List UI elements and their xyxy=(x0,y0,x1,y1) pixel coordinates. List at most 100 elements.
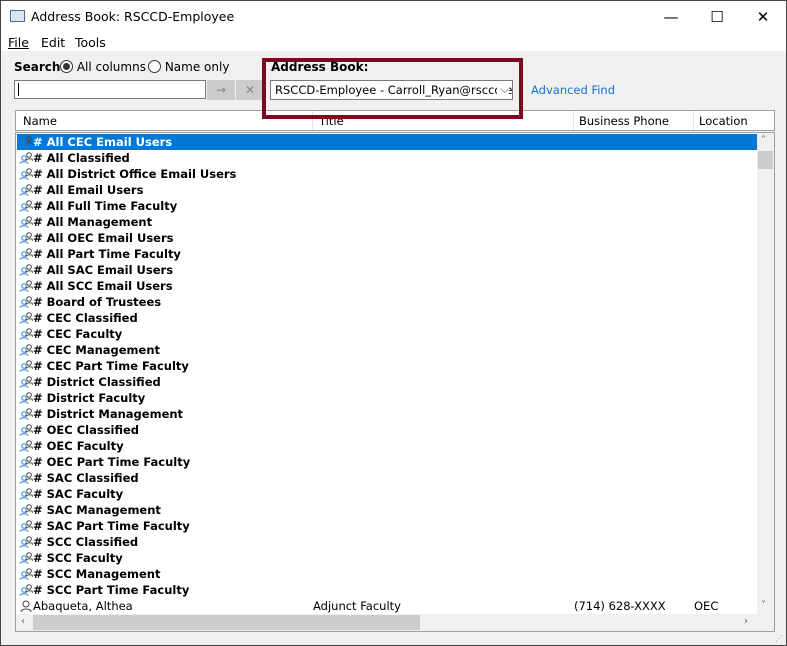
group-icon xyxy=(19,486,34,502)
menu-bar: File Edit Tools xyxy=(1,33,786,51)
group-icon xyxy=(19,262,34,278)
group-icon xyxy=(19,246,34,262)
contact-row[interactable]: # CEC Part Time Faculty xyxy=(17,358,757,374)
contact-name: # All District Office Email Users xyxy=(33,167,237,181)
contact-name: # All SCC Email Users xyxy=(33,279,173,293)
contact-row[interactable]: # SAC Faculty xyxy=(17,486,757,502)
contact-row[interactable]: # SAC Management xyxy=(17,502,757,518)
address-book-dropdown[interactable]: RSCCD-Employee - Carroll_Ryan@rsccd.edu ⌵ xyxy=(270,80,513,100)
column-business-phone[interactable]: Business Phone xyxy=(579,114,669,128)
contact-name: # CEC Part Time Faculty xyxy=(33,359,189,373)
group-icon xyxy=(19,182,34,198)
group-icon xyxy=(19,166,34,182)
contact-name: # OEC Faculty xyxy=(33,439,124,453)
contact-row[interactable]: # Board of Trustees xyxy=(17,294,757,310)
contact-row[interactable]: Abaqueta, Althea Adjunct Faculty (714) 628… xyxy=(17,598,757,614)
contact-list: Abaqueta, Althea Adjunct Faculty (714) 628… xyxy=(15,132,775,632)
group-icon xyxy=(19,502,34,518)
close-button[interactable]: ✕ xyxy=(740,1,786,32)
title-bar: Address Book: RSCCD-Employee — ☐ ✕ xyxy=(1,1,786,33)
contact-row[interactable]: # SCC Part Time Faculty xyxy=(17,582,757,598)
menu-edit[interactable]: Edit xyxy=(41,35,65,50)
contact-row[interactable]: # All CEC Email Users xyxy=(17,134,757,150)
contact-phone: (714) 628-XXXX xyxy=(574,599,666,613)
group-icon xyxy=(19,438,34,454)
group-icon xyxy=(19,294,34,310)
contact-row[interactable]: # All Full Time Faculty xyxy=(17,198,757,214)
group-icon xyxy=(19,406,34,422)
contact-row[interactable]: # All District Office Email Users xyxy=(17,166,757,182)
radio-label: All columns xyxy=(76,60,146,74)
hscroll-thumb[interactable] xyxy=(33,615,420,630)
contact-row[interactable]: # CEC Faculty xyxy=(17,326,757,342)
contact-name: # Board of Trustees xyxy=(33,295,162,309)
user-icon xyxy=(19,598,33,614)
contact-row[interactable]: # District Classified xyxy=(17,374,757,390)
contact-row[interactable]: # SAC Part Time Faculty xyxy=(17,518,757,534)
group-icon xyxy=(19,390,34,406)
contact-name: # OEC Classified xyxy=(33,423,140,437)
vertical-scrollbar[interactable]: ˄ ˅ xyxy=(757,133,774,614)
group-icon xyxy=(19,310,34,326)
contact-row[interactable]: # CEC Management xyxy=(17,342,757,358)
advanced-find-link[interactable]: Advanced Find xyxy=(531,83,615,97)
contact-row[interactable]: # CEC Classified xyxy=(17,310,757,326)
scroll-up-icon[interactable]: ˄ xyxy=(761,135,766,146)
contact-name: # SCC Classified xyxy=(33,535,139,549)
horizontal-scrollbar[interactable]: ‹ › xyxy=(16,614,774,631)
contact-name: # SAC Part Time Faculty xyxy=(33,519,190,533)
maximize-button[interactable]: ☐ xyxy=(694,1,740,32)
contact-row[interactable]: # All Email Users xyxy=(17,182,757,198)
chevron-down-icon: ⌵ xyxy=(497,82,509,97)
group-icon xyxy=(19,534,34,550)
column-location[interactable]: Location xyxy=(699,114,748,128)
contact-name: # All Part Time Faculty xyxy=(33,247,181,261)
group-icon xyxy=(19,582,34,598)
scroll-right-icon[interactable]: › xyxy=(744,616,748,627)
contact-name: # District Faculty xyxy=(33,391,146,405)
search-clear-button[interactable]: ✕ xyxy=(236,80,264,100)
contact-row[interactable]: # OEC Part Time Faculty xyxy=(17,454,757,470)
group-icon xyxy=(19,134,34,150)
contact-row[interactable]: # SCC Faculty xyxy=(17,550,757,566)
scroll-down-icon[interactable]: ˅ xyxy=(761,600,766,611)
contact-name: # District Classified xyxy=(33,375,161,389)
contact-name: # District Management xyxy=(33,407,184,421)
menu-tools[interactable]: Tools xyxy=(75,35,106,50)
contact-row[interactable]: # OEC Faculty xyxy=(17,438,757,454)
radio-all-columns[interactable]: All columns xyxy=(60,60,146,74)
contact-row[interactable]: # SAC Classified xyxy=(17,470,757,486)
contact-name: # All Management xyxy=(33,215,153,229)
contact-name: # All Email Users xyxy=(33,183,144,197)
search-input[interactable] xyxy=(14,80,206,99)
contact-row[interactable]: # All Part Time Faculty xyxy=(17,246,757,262)
resize-grip-icon[interactable]: ⋰ xyxy=(775,634,783,643)
contact-name: # SAC Classified xyxy=(33,471,139,485)
contact-row[interactable]: # OEC Classified xyxy=(17,422,757,438)
contact-name: Abaqueta, Althea xyxy=(33,599,133,613)
group-icon xyxy=(19,454,34,470)
contact-row[interactable]: # All SAC Email Users xyxy=(17,262,757,278)
group-icon xyxy=(19,374,34,390)
column-name[interactable]: Name xyxy=(23,114,57,128)
contact-name: # All Classified xyxy=(33,151,130,165)
group-icon xyxy=(19,278,34,294)
scroll-left-icon[interactable]: ‹ xyxy=(21,616,25,627)
search-go-button[interactable]: → xyxy=(207,80,235,100)
contact-row[interactable]: # All OEC Email Users xyxy=(17,230,757,246)
dropdown-value: RSCCD-Employee - Carroll_Ryan@rsccd.edu xyxy=(275,83,513,97)
group-icon xyxy=(19,422,34,438)
contact-row[interactable]: # All Classified xyxy=(17,150,757,166)
window-title: Address Book: RSCCD-Employee xyxy=(31,9,235,24)
contact-row[interactable]: # SCC Management xyxy=(17,566,757,582)
contact-row[interactable]: # All SCC Email Users xyxy=(17,278,757,294)
scroll-thumb[interactable] xyxy=(758,151,773,169)
contact-row[interactable]: # SCC Classified xyxy=(17,534,757,550)
contact-row[interactable]: # District Management xyxy=(17,406,757,422)
radio-name-only[interactable]: Name only xyxy=(148,60,229,74)
menu-file[interactable]: File xyxy=(8,35,29,50)
contact-row[interactable]: # District Faculty xyxy=(17,390,757,406)
contact-name: # CEC Management xyxy=(33,343,161,357)
minimize-button[interactable]: — xyxy=(648,1,694,32)
contact-row[interactable]: # All Management xyxy=(17,214,757,230)
